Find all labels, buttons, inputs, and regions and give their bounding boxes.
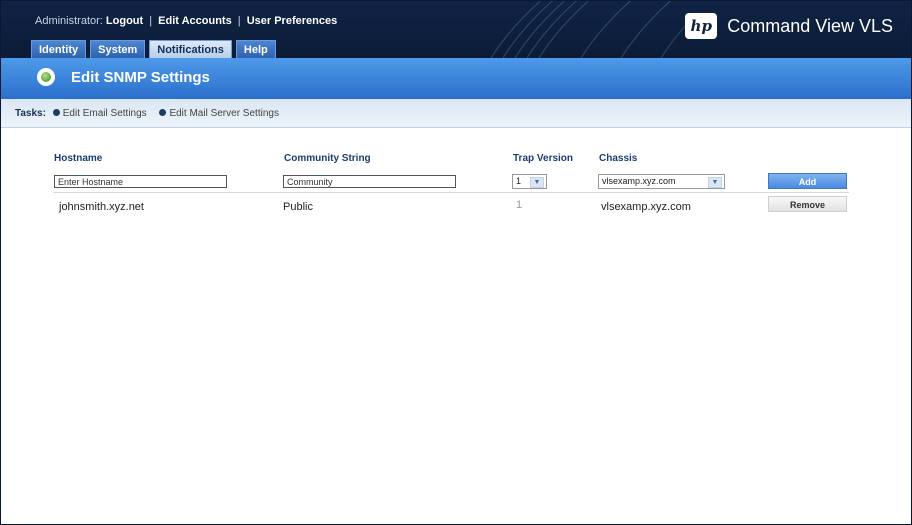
- trap-version-select[interactable]: 1 ▼: [512, 174, 547, 189]
- task-bullet-icon: [52, 109, 60, 116]
- tasks-bar: Tasks: Edit Email Settings Edit Mail Ser…: [1, 99, 911, 128]
- row-trap-version: 1: [516, 199, 523, 211]
- page-title: Edit SNMP Settings: [71, 69, 210, 86]
- user-preferences-link[interactable]: User Preferences: [247, 15, 338, 27]
- column-header-community-string: Community String: [284, 153, 371, 164]
- chassis-value: vlsexamp.xyz.com: [602, 176, 676, 186]
- edit-mail-server-settings-link[interactable]: Edit Mail Server Settings: [169, 108, 279, 119]
- edit-email-settings-link[interactable]: Edit Email Settings: [63, 108, 147, 119]
- title-status-icon: [37, 68, 55, 86]
- row-community-string: Public: [283, 201, 313, 213]
- brand: hp Command View VLS: [685, 13, 893, 39]
- admin-label: Administrator:: [35, 15, 103, 27]
- tab-identity[interactable]: Identity: [31, 40, 87, 58]
- separator: |: [149, 15, 153, 27]
- add-button[interactable]: Add: [768, 173, 847, 189]
- page-title-bar: Edit SNMP Settings: [1, 58, 911, 99]
- column-header-chassis: Chassis: [599, 153, 638, 164]
- header-bar: Administrator: Logout | Edit Accounts | …: [1, 1, 911, 58]
- chevron-down-icon: ▼: [530, 177, 544, 188]
- tab-help[interactable]: Help: [235, 40, 276, 58]
- trap-version-value: 1: [516, 176, 522, 186]
- chassis-select[interactable]: vlsexamp.xyz.com ▼: [598, 174, 725, 189]
- remove-button[interactable]: Remove: [768, 196, 847, 212]
- edit-accounts-link[interactable]: Edit Accounts: [158, 15, 232, 27]
- column-header-trap-version: Trap Version: [513, 153, 574, 164]
- hp-logo: hp: [685, 13, 718, 39]
- logout-link[interactable]: Logout: [106, 15, 143, 27]
- hostname-input[interactable]: [54, 175, 227, 188]
- community-string-input[interactable]: [283, 175, 456, 188]
- row-chassis: vlsexamp.xyz.com: [601, 201, 691, 213]
- admin-links: Administrator: Logout | Edit Accounts | …: [35, 15, 337, 27]
- application-window: Administrator: Logout | Edit Accounts | …: [0, 0, 912, 525]
- row-hostname: johnsmith.xyz.net: [59, 201, 144, 213]
- tab-notifications[interactable]: Notifications: [149, 40, 232, 58]
- separator: |: [237, 15, 241, 27]
- chevron-down-icon: ▼: [708, 177, 722, 188]
- tab-system[interactable]: System: [90, 40, 146, 58]
- hp-logo-text: hp: [690, 17, 712, 35]
- header-decoration: [490, 1, 691, 58]
- column-header-hostname: Hostname: [54, 153, 103, 164]
- main-tabs: Identity System Notifications Help: [31, 40, 276, 58]
- product-name: Command View VLS: [727, 15, 893, 36]
- snmp-settings-table: Hostname Community String Trap Version C…: [1, 128, 911, 524]
- tasks-label: Tasks:: [15, 108, 46, 119]
- row-divider: [53, 192, 849, 193]
- task-bullet-icon: [159, 109, 167, 116]
